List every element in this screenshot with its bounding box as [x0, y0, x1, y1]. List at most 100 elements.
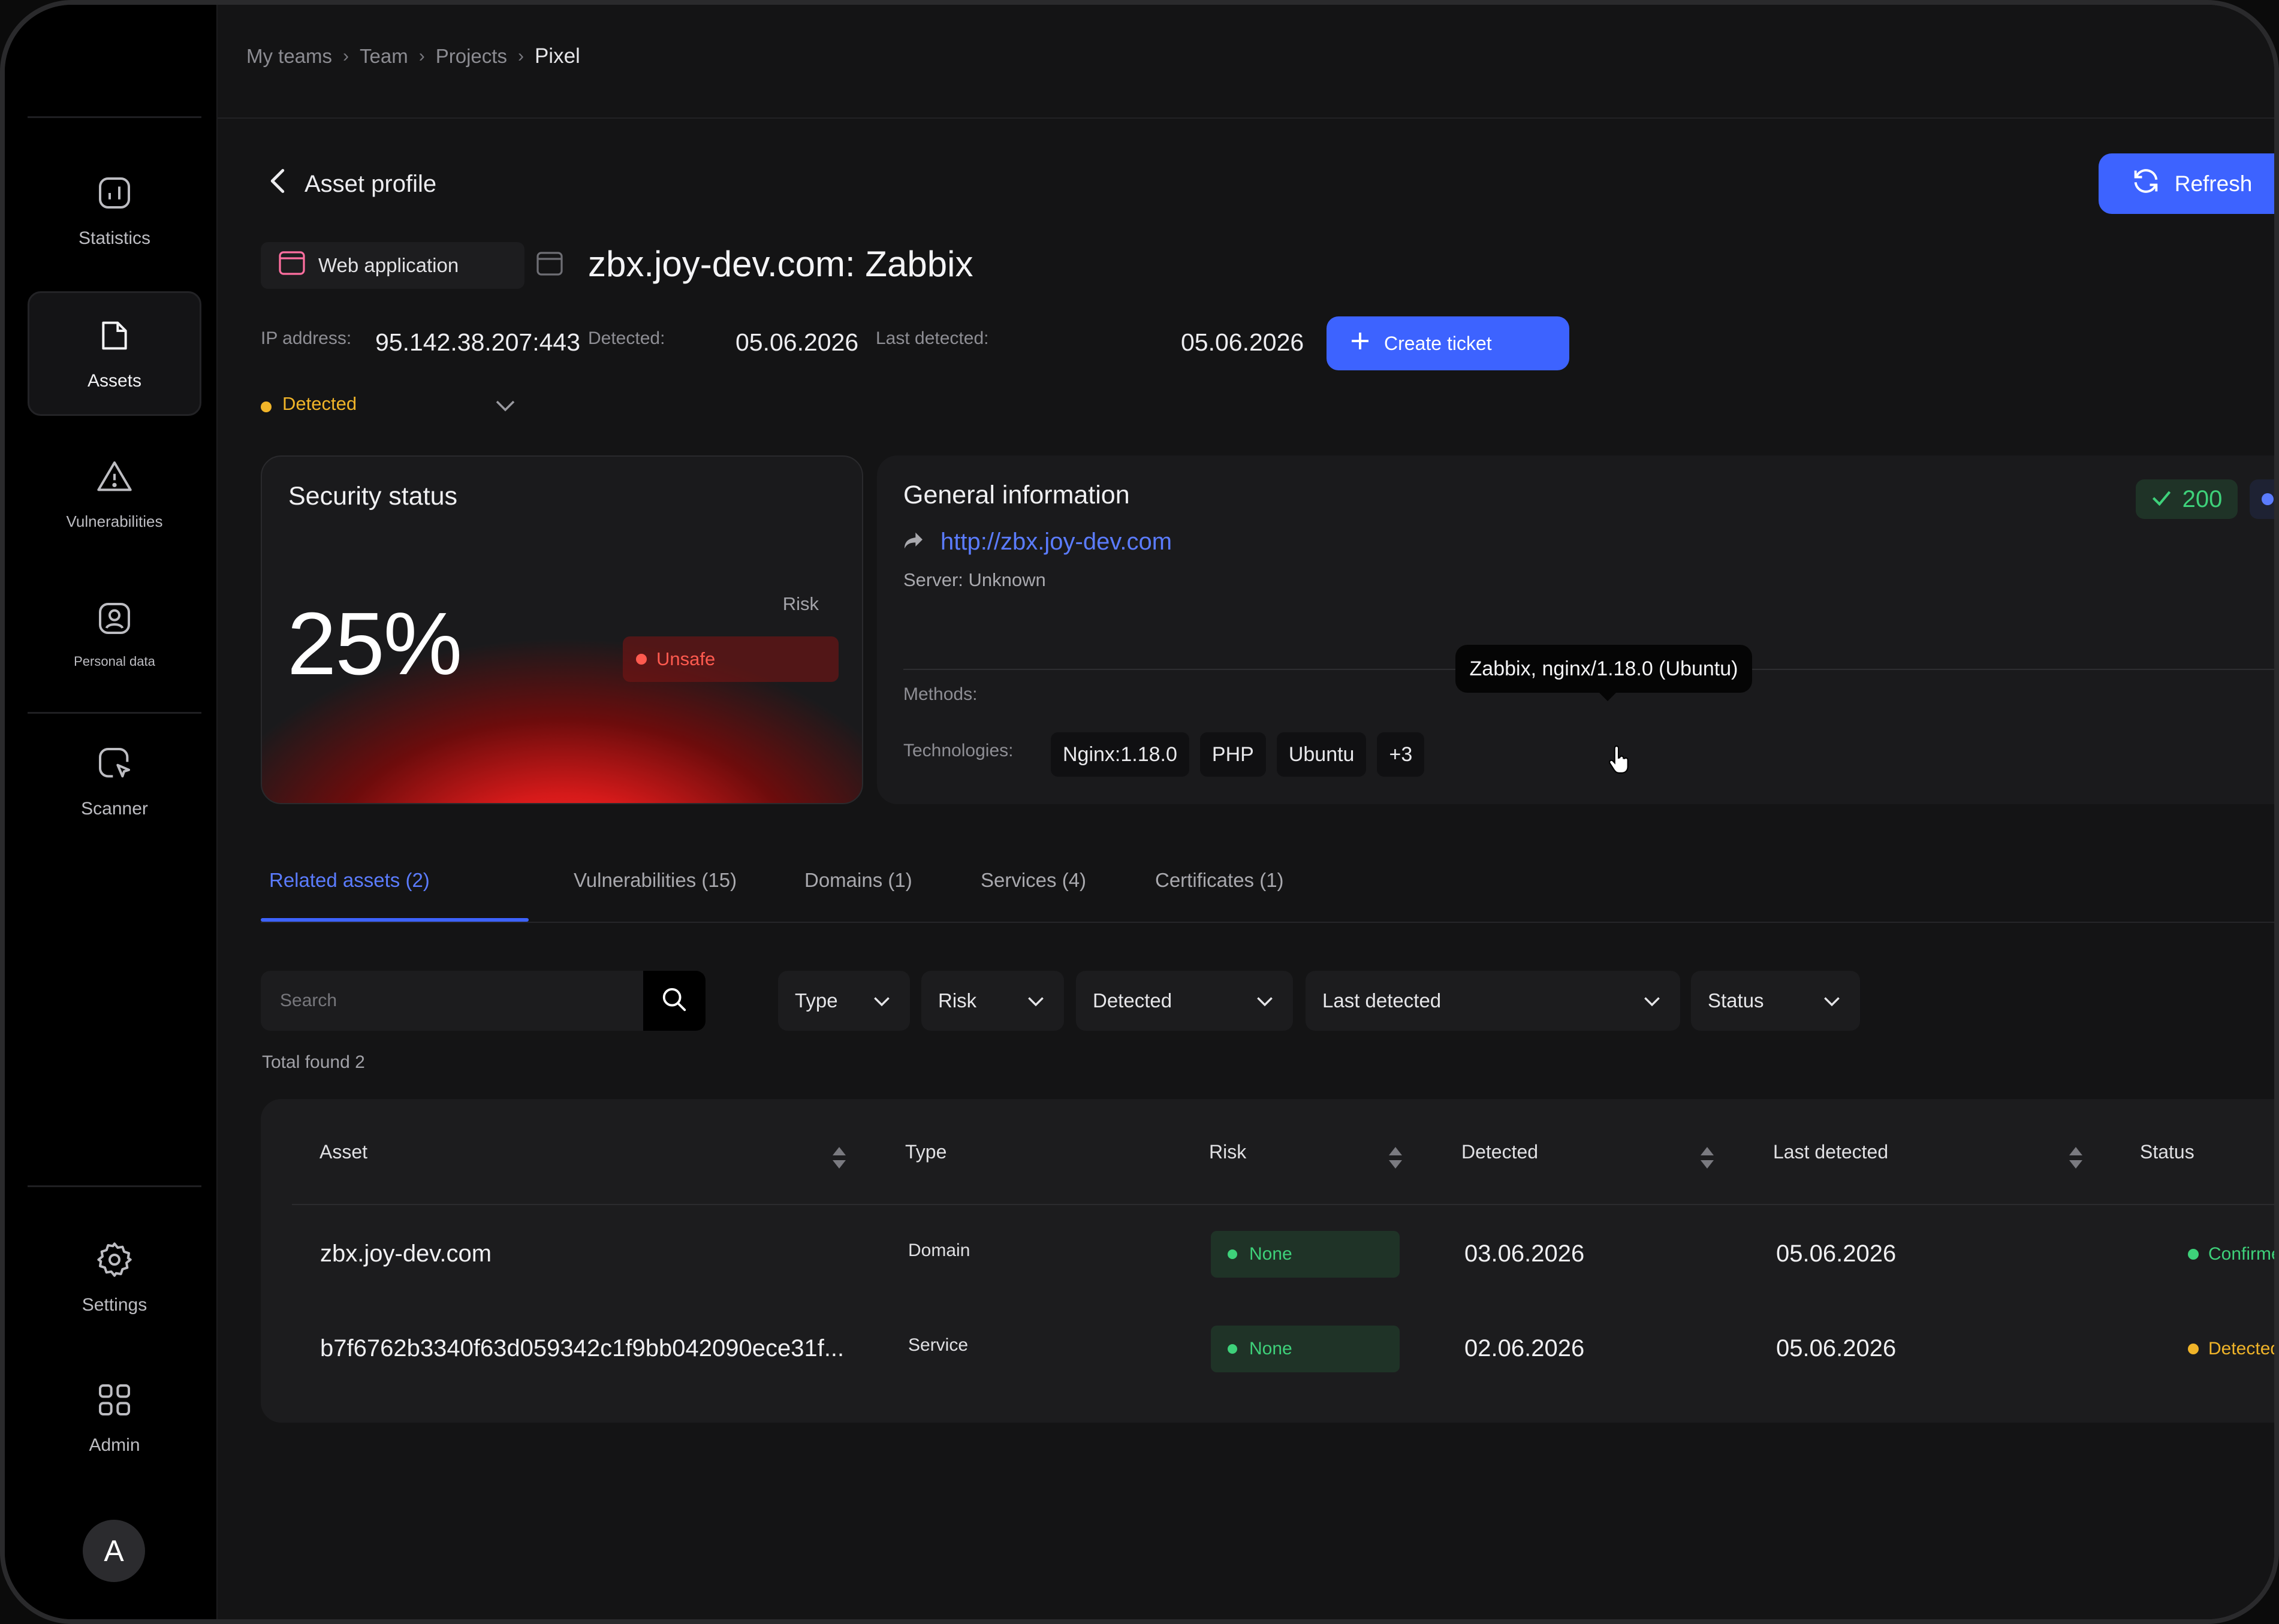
asset-type: Domain	[908, 1240, 970, 1260]
status-dot	[2188, 1344, 2199, 1354]
type-filter[interactable]: Type	[778, 971, 910, 1031]
column-header-detected[interactable]: Detected	[1461, 1141, 1538, 1163]
risk-filter-label: Risk	[938, 989, 977, 1012]
detected-filter-label: Detected	[1093, 989, 1172, 1012]
server-info: Server: Unknown	[903, 569, 1046, 590]
chevron-right-icon: ›	[517, 46, 524, 66]
avatar[interactable]: A	[83, 1520, 145, 1582]
chevron-down-icon	[873, 989, 891, 1012]
protocol-dot	[2262, 493, 2274, 505]
scanner-icon	[95, 744, 134, 783]
risk-dot	[1228, 1344, 1237, 1354]
create-ticket-button[interactable]: Create ticket	[1327, 316, 1569, 370]
breadcrumb-item[interactable]: Projects	[436, 45, 507, 68]
refresh-button[interactable]: Refresh	[2099, 153, 2274, 214]
status-badge: Confirmed	[2188, 1244, 2274, 1264]
asset-url-link[interactable]: http://zbx.joy-dev.com	[903, 529, 1172, 556]
column-header-last-detected[interactable]: Last detected	[1773, 1141, 1888, 1163]
create-ticket-label: Create ticket	[1384, 332, 1492, 354]
ip-value: 95.142.38.207:443	[375, 328, 580, 356]
technologies-label: Technologies:	[903, 741, 1014, 760]
protocol-badge	[2250, 479, 2274, 519]
tab-certificates[interactable]: Certificates (1)	[1155, 869, 1284, 892]
detected-filter[interactable]: Detected	[1076, 971, 1293, 1031]
technologies-list: Nginx:1.18.0 PHP Ubuntu +3	[1051, 732, 1425, 777]
asset-name[interactable]: b7f6762b3340f63d059342c1f9bb042090ece31f…	[320, 1335, 844, 1362]
last-detected-date: 05.06.2026	[1776, 1335, 1897, 1362]
sidebar-item-assets[interactable]: Assets	[28, 291, 201, 416]
detected-date: 03.06.2026	[1464, 1240, 1585, 1267]
detected-value: 05.06.2026	[735, 328, 859, 356]
grid-icon	[95, 1380, 134, 1420]
column-header-status: Status	[2140, 1141, 2194, 1163]
sidebar-item-vulnerabilities[interactable]: Vulnerabilities	[28, 431, 201, 556]
sort-icon[interactable]	[2068, 1146, 2084, 1173]
warning-icon	[95, 457, 134, 497]
search-button[interactable]	[643, 971, 706, 1031]
topbar: My teams › Team › Projects › Pixel	[218, 5, 2274, 119]
sidebar-divider	[28, 1185, 201, 1187]
column-header-type: Type	[905, 1141, 947, 1163]
sidebar-divider	[28, 712, 201, 714]
chevron-down-icon	[1643, 989, 1661, 1012]
search-input[interactable]	[261, 971, 706, 1031]
chevron-right-icon: ›	[343, 46, 349, 66]
sidebar-item-personal-data[interactable]: Personal data	[28, 572, 201, 696]
tab-services[interactable]: Services (4)	[981, 869, 1086, 892]
sidebar-item-scanner[interactable]: Scanner	[28, 719, 201, 844]
status-badge: Detected	[2188, 1339, 2274, 1359]
asset-type: Service	[908, 1335, 969, 1355]
risk-value: None	[1249, 1244, 1292, 1264]
security-status-title: Security status	[288, 482, 457, 511]
sidebar-item-label: Scanner	[81, 799, 148, 819]
hand-cursor-icon	[1606, 745, 1631, 778]
sidebar-divider	[28, 116, 201, 118]
breadcrumb-item[interactable]: Team	[360, 45, 408, 68]
tab-domains[interactable]: Domains (1)	[804, 869, 912, 892]
sort-icon[interactable]	[1699, 1146, 1715, 1173]
last-detected-filter[interactable]: Last detected	[1306, 971, 1680, 1031]
status-dot	[2188, 1249, 2199, 1260]
ip-label: IP address:	[261, 328, 352, 348]
chevron-left-icon	[269, 168, 287, 200]
sort-icon[interactable]	[1388, 1146, 1403, 1173]
column-header-asset[interactable]: Asset	[319, 1141, 367, 1163]
breadcrumb: My teams › Team › Projects › Pixel	[246, 44, 580, 68]
risk-badge: None	[1211, 1231, 1400, 1278]
risk-filter[interactable]: Risk	[921, 971, 1064, 1031]
more-technologies-button[interactable]: +3	[1377, 732, 1425, 777]
status-filter[interactable]: Status	[1691, 971, 1860, 1031]
asset-status-dropdown[interactable]: Detected	[261, 391, 516, 417]
back-button[interactable]: Asset profile	[269, 168, 436, 200]
risk-badge: Unsafe	[623, 636, 839, 682]
sidebar-item-label: Assets	[87, 371, 142, 391]
technology-chip: Nginx:1.18.0	[1051, 732, 1189, 777]
breadcrumb-item[interactable]: My teams	[246, 45, 332, 68]
risk-dot	[1228, 1249, 1237, 1259]
search-icon	[661, 986, 688, 1016]
sidebar-item-label: Settings	[82, 1295, 147, 1315]
column-header-risk[interactable]: Risk	[1209, 1141, 1246, 1163]
chart-icon	[95, 173, 134, 213]
check-icon	[2151, 486, 2172, 513]
gear-icon	[95, 1240, 134, 1279]
security-percent: 25%	[287, 594, 462, 693]
tabs: Related assets (2) Vulnerabilities (15) …	[261, 844, 2274, 923]
sidebar-item-label: Vulnerabilities	[66, 512, 163, 530]
sort-icon[interactable]	[831, 1146, 847, 1173]
sidebar-item-settings[interactable]: Settings	[28, 1215, 201, 1340]
status-dot	[261, 402, 272, 412]
type-filter-label: Type	[795, 989, 838, 1012]
tab-related-assets[interactable]: Related assets (2)	[269, 869, 430, 892]
chevron-down-icon	[1256, 989, 1274, 1012]
chevron-down-icon	[1823, 989, 1841, 1012]
asset-name[interactable]: zbx.joy-dev.com	[320, 1240, 492, 1267]
sidebar: Statistics Assets Vulnerabilities Person…	[5, 5, 218, 1619]
header-divider	[292, 1204, 2274, 1205]
methods-label: Methods:	[903, 684, 978, 704]
detected-label: Detected:	[588, 328, 665, 348]
tab-vulnerabilities[interactable]: Vulnerabilities (15)	[574, 869, 737, 892]
sidebar-item-statistics[interactable]: Statistics	[28, 149, 201, 273]
technology-chip: PHP	[1199, 732, 1266, 777]
sidebar-item-admin[interactable]: Admin	[28, 1356, 201, 1480]
